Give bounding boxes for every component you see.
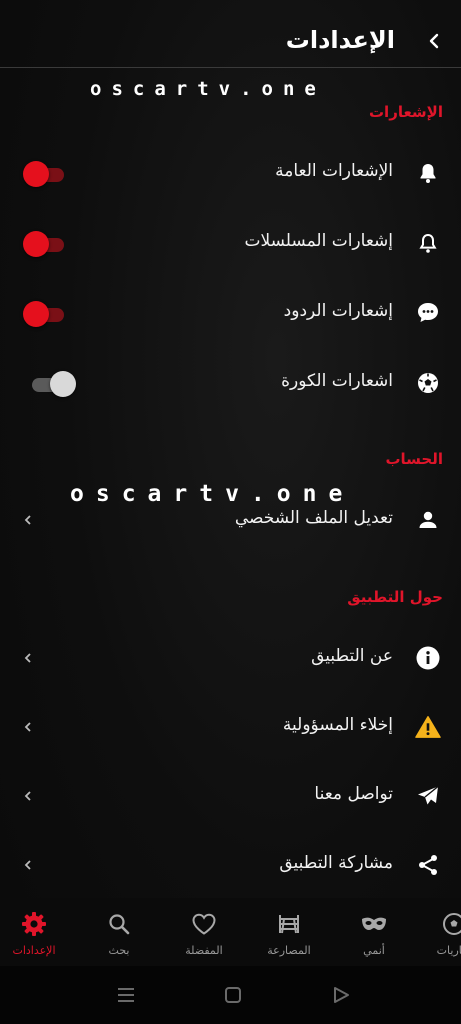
about-row-contact[interactable]: تواصل معنا <box>0 771 461 821</box>
about-row-share[interactable]: مشاركة التطبيق <box>0 840 461 890</box>
nav-item-search[interactable]: بحث <box>79 898 159 966</box>
nav-item-anime[interactable]: أنمي <box>334 898 414 966</box>
about-row-disclaimer[interactable]: إخلاء المسؤولية <box>0 702 461 752</box>
back-triangle-icon[interactable] <box>330 984 352 1006</box>
search-icon <box>105 910 133 938</box>
account-row-edit-profile[interactable]: تعديل الملف الشخصي <box>0 495 461 545</box>
chevron-left-icon <box>24 722 31 732</box>
row-label: الإشعارات العامة <box>275 161 393 181</box>
chevron-left-icon <box>24 653 31 663</box>
wrestling-ring-icon <box>275 910 303 938</box>
home-icon[interactable] <box>222 984 244 1006</box>
nav-label: أنمي <box>363 944 385 957</box>
warning-icon <box>415 714 441 740</box>
soccer-ball-icon <box>415 370 441 396</box>
bell-icon <box>415 160 441 186</box>
nav-item-wrestling[interactable]: المصارعة <box>249 898 329 966</box>
series-notifications-toggle[interactable] <box>22 231 66 257</box>
row-label: اشعارات الكورة <box>281 371 393 391</box>
nav-item-matches[interactable]: مباريات <box>414 898 461 966</box>
about-row-about-app[interactable]: عن التطبيق <box>0 633 461 683</box>
chat-bubble-icon <box>415 300 441 326</box>
row-label: عن التطبيق <box>311 646 393 666</box>
row-label: مشاركة التطبيق <box>279 853 393 873</box>
share-icon <box>415 852 441 878</box>
back-button[interactable] <box>421 28 447 54</box>
notification-row-general: الإشعارات العامة <box>0 148 461 198</box>
watermark-text: oscartv.one <box>90 78 326 100</box>
notification-row-series: إشعارات المسلسلات <box>0 218 461 268</box>
info-icon <box>415 645 441 671</box>
soccer-ball-icon <box>440 910 461 938</box>
chevron-left-icon <box>24 791 31 801</box>
section-title-account: الحساب <box>385 450 443 468</box>
row-label: إشعارات المسلسلات <box>244 231 393 251</box>
app-header: الإعدادات <box>0 0 461 68</box>
mask-icon <box>360 910 388 938</box>
row-label: تعديل الملف الشخصي <box>234 508 393 528</box>
notification-row-football: اشعارات الكورة <box>0 358 461 408</box>
send-icon <box>415 783 441 809</box>
replies-notifications-toggle[interactable] <box>22 301 66 327</box>
chevron-left-icon <box>429 33 439 49</box>
recent-apps-icon[interactable] <box>115 984 137 1006</box>
notification-row-replies: إشعارات الردود <box>0 288 461 338</box>
row-label: إخلاء المسؤولية <box>282 715 393 735</box>
settings-screen: الإعدادات oscartv.one الإشعارات الإشعارا… <box>0 0 461 1024</box>
chevron-left-icon <box>24 515 31 525</box>
nav-label: الإعدادات <box>12 944 56 957</box>
nav-label: المفضلة <box>185 944 223 957</box>
heart-icon <box>190 910 218 938</box>
football-notifications-toggle[interactable] <box>22 371 76 397</box>
general-notifications-toggle[interactable] <box>22 161 66 187</box>
section-title-about: حول التطبيق <box>347 588 443 606</box>
nav-label: المصارعة <box>267 944 311 957</box>
nav-label: مباريات <box>436 944 461 957</box>
section-title-notifications: الإشعارات <box>368 103 443 121</box>
chevron-left-icon <box>24 860 31 870</box>
nav-label: بحث <box>108 944 130 957</box>
nav-item-settings[interactable]: الإعدادات <box>0 898 74 966</box>
row-label: إشعارات الردود <box>283 301 393 321</box>
person-icon <box>415 507 441 533</box>
row-label: تواصل معنا <box>314 784 393 804</box>
nav-item-favorites[interactable]: المفضلة <box>164 898 244 966</box>
bottom-nav: الإعدادات بحث المفضلة المصارعة أنمي اريا… <box>0 898 461 966</box>
page-title: الإعدادات <box>285 26 395 54</box>
bell-outline-icon <box>415 230 441 256</box>
system-nav-bar <box>0 966 461 1024</box>
gear-icon <box>20 910 48 938</box>
